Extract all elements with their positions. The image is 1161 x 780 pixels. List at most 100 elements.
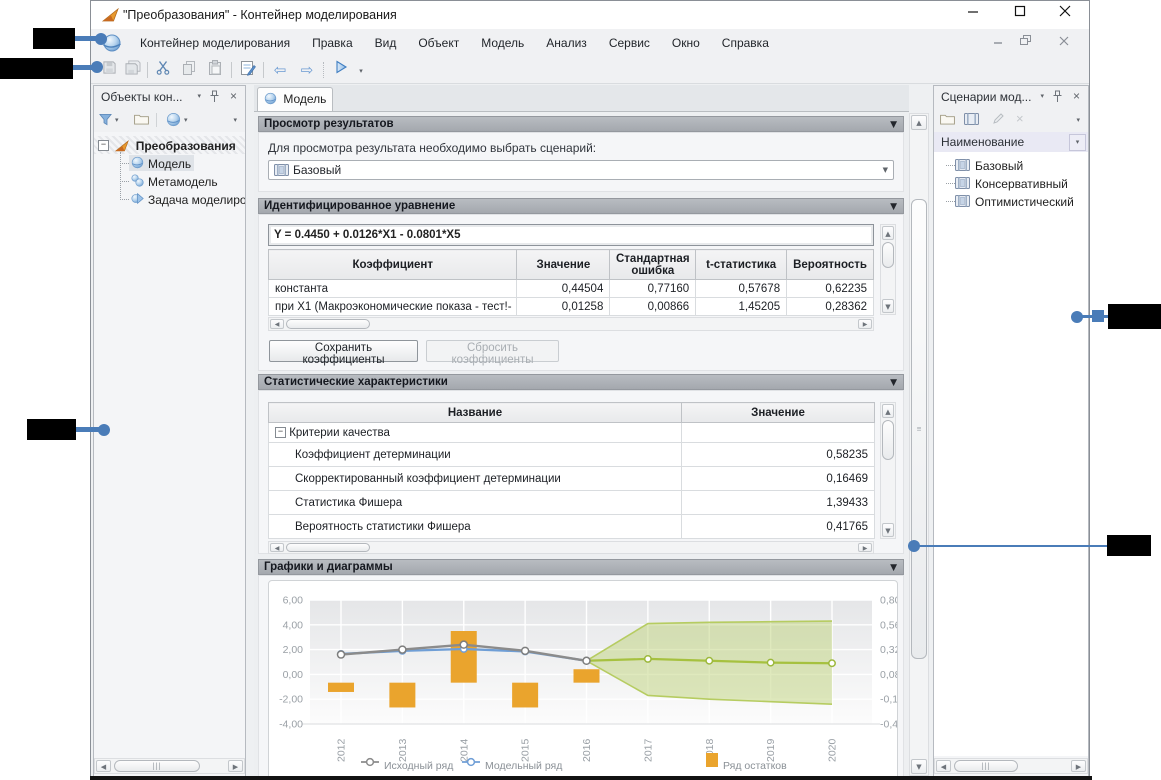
back-icon[interactable]: ⇦ [270, 60, 290, 80]
save-all-icon[interactable] [123, 60, 143, 80]
mdi-restore-button[interactable] [1015, 35, 1037, 51]
edit-pencil-icon[interactable] [992, 112, 1005, 130]
collapse-section-icon[interactable]: ▼ [890, 200, 897, 214]
folder-icon[interactable] [134, 113, 149, 131]
combobox-dropdown-icon[interactable]: ▼ [883, 166, 888, 174]
hscroll-thumb[interactable] [286, 543, 370, 552]
panel-menu-icon[interactable]: ▾ [1040, 92, 1044, 100]
scroll-up-icon[interactable]: ▲ [882, 404, 894, 418]
coef-col-header[interactable]: Коэффициент [269, 250, 517, 280]
forecast-chart[interactable]: 6,004,002,000,00-2,00-4,000,800,560,320,… [268, 580, 898, 777]
scroll-left-icon[interactable]: ◀ [936, 760, 951, 772]
collapse-section-icon[interactable]: ▼ [890, 561, 897, 575]
scenario-item[interactable]: Оптимистический [934, 192, 1088, 210]
minimize-button[interactable] [959, 5, 987, 25]
stats-row[interactable]: Вероятность статистики Фишера0,41765 [269, 515, 875, 539]
run-dropdown-icon[interactable]: ▾ [351, 60, 371, 80]
edit-report-icon[interactable] [238, 60, 258, 80]
panel-menu-icon[interactable]: ▾ [197, 92, 201, 100]
menu-item[interactable]: Модель [470, 29, 535, 56]
collapse-box-icon[interactable]: − [98, 140, 109, 151]
mdi-close-button[interactable] [1053, 35, 1075, 51]
collapse-box-icon[interactable]: − [275, 427, 286, 438]
tab-model[interactable]: Модель [257, 87, 333, 111]
stats-vscrollbar[interactable]: ▲ ▼ [880, 402, 896, 539]
scenario-item[interactable]: Консервативный [934, 174, 1088, 192]
reset-coefficients-button[interactable]: Сбросить коэффициенты [426, 340, 559, 362]
hscroll-thumb[interactable]: ||| [114, 760, 200, 772]
menu-item[interactable]: Вид [364, 29, 408, 56]
stats-section-header[interactable]: Статистические характеристики ▼ [258, 374, 904, 390]
stats-row[interactable]: Скорректированный коэффициент детерминац… [269, 467, 875, 491]
results-section-header[interactable]: Просмотр результатов ▼ [258, 116, 904, 132]
main-vscrollbar[interactable]: ▲ ≡ ▼ [909, 113, 929, 776]
scroll-right-icon[interactable]: ▶ [1071, 760, 1086, 772]
objects-hscrollbar[interactable]: ◀ ||| ▶ [94, 758, 245, 774]
delete-icon[interactable]: × [1016, 111, 1024, 129]
menu-item[interactable]: Анализ [535, 29, 598, 56]
menu-item[interactable]: Окно [661, 29, 711, 56]
stats-group-row[interactable]: − Критерии качества [269, 423, 875, 443]
coef-col-header[interactable]: Значение [517, 250, 610, 280]
scroll-left-icon[interactable]: ◀ [96, 760, 111, 772]
tree-item-3[interactable]: Задача моделиро [94, 190, 245, 208]
coef-col-header[interactable]: Стандартная ошибка [610, 250, 696, 280]
scenario-item[interactable]: Базовый [934, 156, 1088, 174]
model-filter-sphere-icon[interactable] [166, 112, 181, 130]
menu-item[interactable]: Правка [301, 29, 364, 56]
menu-item[interactable]: Контейнер моделирования [129, 29, 301, 56]
equation-hscrollbar[interactable]: ◀ ▶ [268, 317, 874, 331]
scroll-right-icon[interactable]: ▶ [858, 543, 872, 552]
folder-icon[interactable] [940, 113, 955, 131]
cut-icon[interactable] [153, 60, 173, 80]
scenarios-column-header[interactable]: Наименование ▾ [934, 132, 1088, 153]
paste-icon[interactable] [205, 60, 225, 80]
scroll-down-icon[interactable]: ▼ [911, 759, 927, 774]
equation-textbox[interactable]: Y = 0.4450 + 0.0126*X1 - 0.0801*X5 [268, 224, 874, 246]
equation-vscrollbar[interactable]: ▲ ▼ [880, 224, 896, 315]
scroll-left-icon[interactable]: ◀ [270, 543, 284, 552]
run-icon[interactable] [331, 60, 351, 80]
pin-icon[interactable] [210, 90, 219, 106]
mdi-minimize-button[interactable] [987, 35, 1009, 51]
stats-col-header[interactable]: Значение [682, 403, 875, 423]
new-scenario-icon[interactable] [964, 113, 979, 131]
coef-row[interactable]: константа0,445040,771600,576780,62235 [269, 280, 874, 298]
equation-section-header[interactable]: Идентифицированное уравнение ▼ [258, 198, 904, 214]
maximize-button[interactable] [1006, 5, 1034, 25]
stats-col-header[interactable]: Название [269, 403, 682, 423]
collapse-section-icon[interactable]: ▼ [890, 118, 897, 132]
vscroll-thumb[interactable] [882, 242, 894, 268]
coef-row[interactable]: при X1 (Макроэкономические показа - тест… [269, 298, 874, 316]
filter-icon[interactable] [99, 113, 112, 131]
stats-row[interactable]: Коэффициент детерминации0,58235 [269, 443, 875, 467]
tree-root-row[interactable]: − Преобразования [94, 136, 245, 154]
tree-item-1[interactable]: Модель [94, 154, 245, 172]
pin-icon[interactable] [1053, 90, 1062, 106]
copy-icon[interactable] [179, 60, 199, 80]
forward-icon[interactable]: ⇨ [297, 60, 317, 80]
scenario-combobox[interactable]: Базовый ▼ [268, 160, 894, 180]
scroll-up-icon[interactable]: ▲ [882, 226, 894, 240]
stats-row[interactable]: Статистика Фишера1,39433 [269, 491, 875, 515]
scroll-left-icon[interactable]: ◀ [270, 319, 284, 329]
save-coefficients-button[interactable]: Сохранить коэффициенты [269, 340, 418, 362]
collapse-section-icon[interactable]: ▼ [890, 376, 897, 390]
close-panel-icon[interactable]: × [230, 89, 237, 103]
close-button[interactable] [1051, 5, 1079, 25]
coef-col-header[interactable]: Вероятность [787, 250, 874, 280]
main-vscroll-thumb[interactable]: ≡ [911, 199, 927, 659]
menu-item[interactable]: Справка [711, 29, 780, 56]
scenarios-hscrollbar[interactable]: ◀ ||| ▶ [934, 758, 1088, 774]
menu-item[interactable]: Объект [407, 29, 470, 56]
scroll-up-icon[interactable]: ▲ [911, 115, 927, 130]
scroll-right-icon[interactable]: ▶ [858, 319, 872, 329]
hscroll-thumb[interactable]: ||| [954, 760, 1018, 772]
coef-col-header[interactable]: t-статистика [696, 250, 787, 280]
stats-hscrollbar[interactable]: ◀ ▶ [268, 541, 874, 554]
column-filter-icon[interactable]: ▾ [1069, 134, 1086, 151]
charts-section-header[interactable]: Графики и диаграммы ▼ [258, 559, 904, 575]
close-panel-icon[interactable]: × [1073, 89, 1080, 103]
hscroll-thumb[interactable] [286, 319, 370, 329]
scroll-right-icon[interactable]: ▶ [228, 760, 243, 772]
